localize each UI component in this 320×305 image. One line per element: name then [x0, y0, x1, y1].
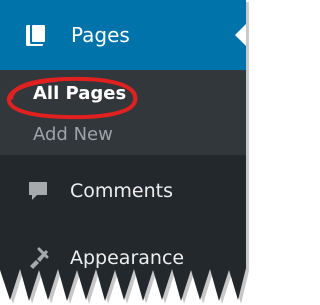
admin-sidebar-screenshot: Pages All Pages Add New Comments Appeara…	[0, 0, 251, 305]
submenu-item-all-pages[interactable]: All Pages	[33, 85, 126, 103]
submenu-item-add-new[interactable]: Add New	[33, 126, 113, 144]
sidebar-item-pages[interactable]: Pages	[0, 0, 246, 70]
pages-icon	[24, 22, 49, 48]
admin-sidebar: Pages All Pages Add New Comments Appeara…	[0, 0, 246, 301]
sidebar-item-label: Pages	[71, 23, 130, 47]
sidebar-item-comments[interactable]: Comments	[0, 164, 246, 218]
pages-submenu: All Pages Add New	[0, 70, 246, 155]
sidebar-item-label: Appearance	[70, 246, 185, 269]
comment-icon	[27, 180, 49, 202]
sidebar-item-label: Comments	[70, 179, 173, 202]
paintbrush-icon	[27, 247, 49, 269]
